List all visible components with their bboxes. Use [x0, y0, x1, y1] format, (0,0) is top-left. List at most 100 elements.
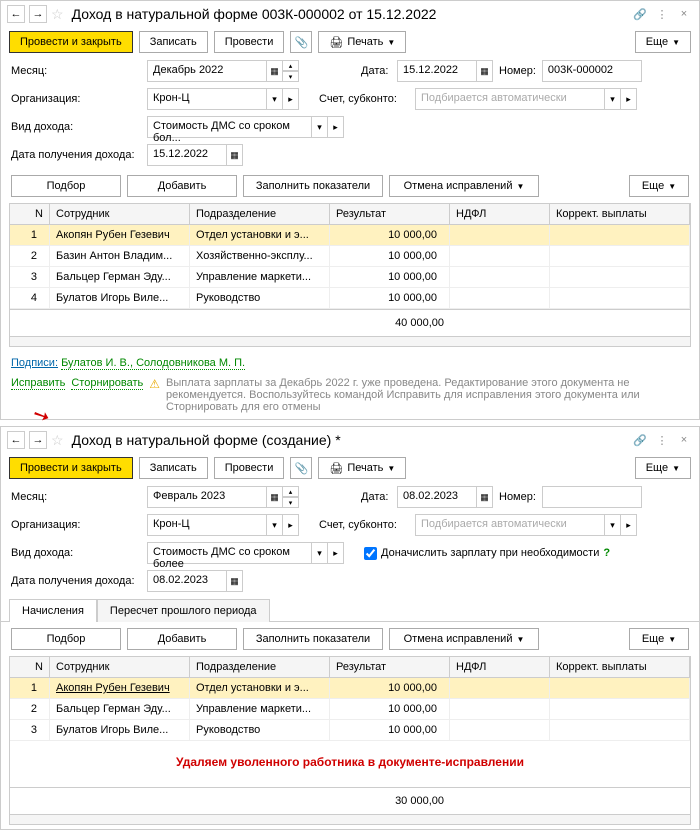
save-button[interactable]: Записать	[139, 457, 208, 479]
nav-back-button[interactable]: ←	[7, 431, 25, 449]
post-and-close-button[interactable]: Провести и закрыть	[9, 31, 133, 53]
cell-employee[interactable]: Булатов Игорь Виле...	[50, 288, 190, 308]
col-dep-header[interactable]: Подразделение	[190, 204, 330, 224]
attach-button[interactable]: 📎	[290, 457, 312, 479]
col-ndfl-header[interactable]: НДФЛ	[450, 204, 550, 224]
org-input[interactable]: Крон-Ц	[147, 88, 267, 110]
tab-recalculation[interactable]: Пересчет прошлого периода	[97, 599, 270, 622]
add-button[interactable]: Добавить	[127, 628, 237, 650]
org-input[interactable]: Крон-Ц	[147, 514, 267, 536]
col-dep-header[interactable]: Подразделение	[190, 657, 330, 677]
account-open-button[interactable]: ▸	[621, 514, 637, 536]
col-corr-header[interactable]: Коррект. выплаты	[550, 657, 690, 677]
date-input[interactable]: 08.02.2023	[397, 486, 477, 508]
save-button[interactable]: Записать	[139, 31, 208, 53]
table-row[interactable]: 3Бальцер Герман Эду...Управление маркети…	[10, 267, 690, 288]
account-input[interactable]: Подбирается автоматически	[415, 514, 605, 536]
type-open-button[interactable]: ▸	[328, 116, 344, 138]
month-input[interactable]: Декабрь 2022	[147, 60, 267, 82]
table-row[interactable]: 1Акопян Рубен ГезевичОтдел установки и э…	[10, 678, 690, 699]
cell-employee[interactable]: Бальцер Герман Эду...	[50, 267, 190, 287]
horizontal-scrollbar[interactable]	[9, 815, 691, 825]
table-row[interactable]: 3Булатов Игорь Виле...Руководство10 000,…	[10, 720, 690, 741]
org-open-button[interactable]: ▸	[283, 88, 299, 110]
month-down-button[interactable]: ▾	[283, 497, 299, 508]
more-button[interactable]: Еще ▼	[635, 457, 691, 479]
org-open-button[interactable]: ▸	[283, 514, 299, 536]
additional-checkbox[interactable]	[364, 547, 377, 560]
link-icon[interactable]: 🔗	[631, 5, 649, 23]
horizontal-scrollbar[interactable]	[9, 337, 691, 347]
more-icon[interactable]: ⋮	[653, 431, 671, 449]
col-emp-header[interactable]: Сотрудник	[50, 204, 190, 224]
more-icon[interactable]: ⋮	[653, 5, 671, 23]
correct-link[interactable]: Исправить	[11, 377, 65, 390]
col-corr-header[interactable]: Коррект. выплаты	[550, 204, 690, 224]
storno-link[interactable]: Сторнировать	[71, 377, 143, 390]
month-calendar-button[interactable]: ▦	[267, 60, 283, 82]
nav-forward-button[interactable]: →	[29, 5, 47, 23]
receive-input[interactable]: 08.02.2023	[147, 570, 227, 592]
org-select-button[interactable]: ▾	[267, 88, 283, 110]
cell-employee[interactable]: Акопян Рубен Гезевич	[50, 225, 190, 245]
post-button[interactable]: Провести	[214, 457, 285, 479]
signatures-label[interactable]: Подписи:	[11, 357, 58, 369]
favorite-icon[interactable]: ☆	[51, 432, 64, 449]
date-calendar-button[interactable]: ▦	[477, 60, 493, 82]
cell-employee[interactable]: Базин Антон Владим...	[50, 246, 190, 266]
select-button[interactable]: Подбор	[11, 175, 121, 197]
col-res-header[interactable]: Результат	[330, 657, 450, 677]
date-calendar-button[interactable]: ▦	[477, 486, 493, 508]
col-n-header[interactable]: N	[10, 204, 50, 224]
table-row[interactable]: 2Бальцер Герман Эду...Управление маркети…	[10, 699, 690, 720]
table-more-button[interactable]: Еще ▼	[629, 175, 689, 197]
table-more-button[interactable]: Еще ▼	[629, 628, 689, 650]
more-button[interactable]: Еще ▼	[635, 31, 691, 53]
close-icon[interactable]: ×	[675, 5, 693, 23]
type-select-button[interactable]: ▾	[312, 116, 328, 138]
nav-back-button[interactable]: ←	[7, 5, 25, 23]
col-res-header[interactable]: Результат	[330, 204, 450, 224]
type-select-button[interactable]: ▾	[312, 542, 328, 564]
col-ndfl-header[interactable]: НДФЛ	[450, 657, 550, 677]
number-input[interactable]	[542, 486, 642, 508]
cancel-corrections-button[interactable]: Отмена исправлений ▼	[389, 628, 539, 650]
col-emp-header[interactable]: Сотрудник	[50, 657, 190, 677]
account-input[interactable]: Подбирается автоматически	[415, 88, 605, 110]
post-and-close-button[interactable]: Провести и закрыть	[9, 457, 133, 479]
print-button[interactable]: 🖨 Печать ▼	[318, 31, 406, 53]
table-row[interactable]: 2Базин Антон Владим...Хозяйственно-экспл…	[10, 246, 690, 267]
date-input[interactable]: 15.12.2022	[397, 60, 477, 82]
month-down-button[interactable]: ▾	[283, 71, 299, 82]
type-input[interactable]: Стоимость ДМС со сроком более	[147, 542, 312, 564]
table-row[interactable]: 4Булатов Игорь Виле...Руководство10 000,…	[10, 288, 690, 309]
tab-calculations[interactable]: Начисления	[9, 599, 97, 622]
cell-employee[interactable]: Булатов Игорь Виле...	[50, 720, 190, 740]
post-button[interactable]: Провести	[214, 31, 285, 53]
type-open-button[interactable]: ▸	[328, 542, 344, 564]
account-open-button[interactable]: ▸	[621, 88, 637, 110]
month-input[interactable]: Февраль 2023	[147, 486, 267, 508]
cancel-corrections-button[interactable]: Отмена исправлений ▼	[389, 175, 539, 197]
favorite-icon[interactable]: ☆	[51, 6, 64, 23]
print-button[interactable]: 🖨 Печать ▼	[318, 457, 406, 479]
number-input[interactable]: 003К-000002	[542, 60, 642, 82]
signatures-value[interactable]: Булатов И. В., Солодовникова М. П.	[61, 357, 245, 370]
month-up-button[interactable]: ▴	[283, 60, 299, 71]
account-select-button[interactable]: ▾	[605, 514, 621, 536]
col-n-header[interactable]: N	[10, 657, 50, 677]
close-icon[interactable]: ×	[675, 431, 693, 449]
attach-button[interactable]: 📎	[290, 31, 312, 53]
type-input[interactable]: Стоимость ДМС со сроком бол...	[147, 116, 312, 138]
select-button[interactable]: Подбор	[11, 628, 121, 650]
account-select-button[interactable]: ▾	[605, 88, 621, 110]
help-icon[interactable]: ?	[603, 547, 610, 559]
link-icon[interactable]: 🔗	[631, 431, 649, 449]
receive-calendar-button[interactable]: ▦	[227, 144, 243, 166]
receive-input[interactable]: 15.12.2022	[147, 144, 227, 166]
org-select-button[interactable]: ▾	[267, 514, 283, 536]
cell-employee[interactable]: Акопян Рубен Гезевич	[50, 678, 190, 698]
month-up-button[interactable]: ▴	[283, 486, 299, 497]
month-calendar-button[interactable]: ▦	[267, 486, 283, 508]
fill-button[interactable]: Заполнить показатели	[243, 175, 383, 197]
